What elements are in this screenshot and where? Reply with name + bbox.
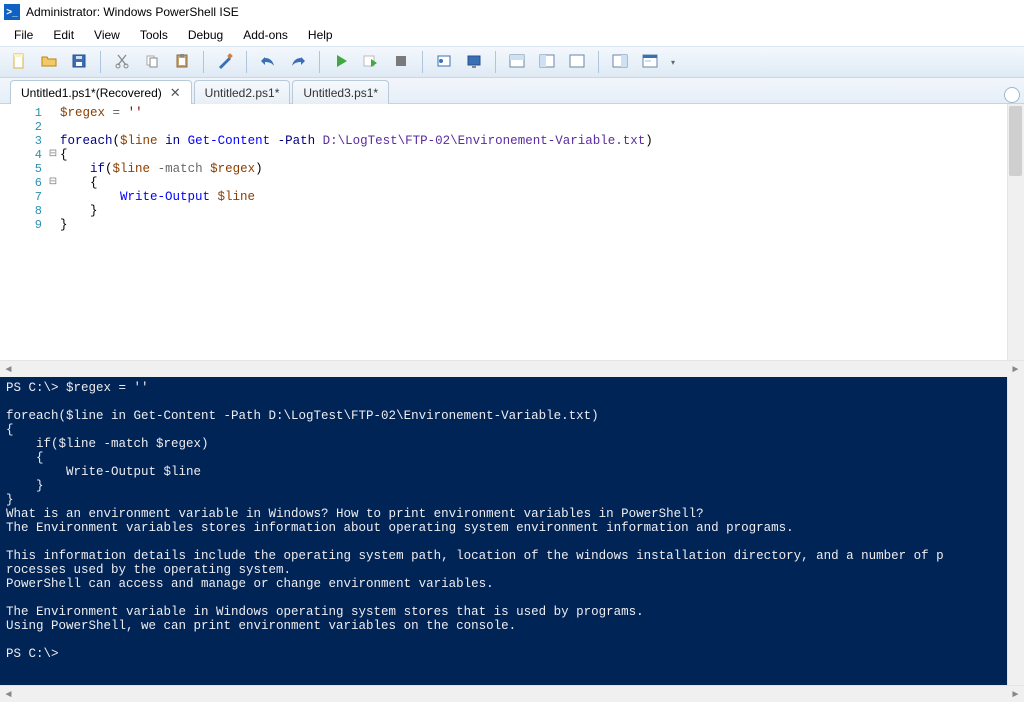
- code-area[interactable]: $regex = '' foreach($line in Get-Content…: [60, 104, 1007, 360]
- script-editor[interactable]: 123456789 ⊟⊟ $regex = '' foreach($line i…: [0, 104, 1024, 360]
- scroll-left-icon[interactable]: ◄: [0, 361, 17, 378]
- copy-icon: [144, 53, 160, 72]
- tab-label: Untitled2.ps1*: [205, 86, 280, 100]
- editor-vertical-scrollbar[interactable]: [1007, 104, 1024, 360]
- menu-view[interactable]: View: [86, 26, 128, 44]
- run-selection-icon: [363, 53, 379, 72]
- layout-3-icon: [569, 53, 585, 72]
- toolbar-separator: [100, 51, 101, 73]
- toolbar-separator: [246, 51, 247, 73]
- layout-2-button[interactable]: [534, 49, 560, 75]
- toggle-pane-button[interactable]: [607, 49, 633, 75]
- new-file-icon: [11, 53, 27, 72]
- undo-icon: [260, 53, 276, 72]
- run-selection-button[interactable]: [358, 49, 384, 75]
- menu-addons[interactable]: Add-ons: [235, 26, 296, 44]
- stop-button[interactable]: [388, 49, 414, 75]
- tabs-right-controls: [1004, 87, 1020, 103]
- layout-1-icon: [509, 53, 525, 72]
- layout-3-button[interactable]: [564, 49, 590, 75]
- editor-horizontal-scrollbar[interactable]: ◄ ►: [0, 360, 1024, 377]
- show-command-icon: [642, 53, 658, 72]
- breakpoint-button[interactable]: [431, 49, 457, 75]
- console-vertical-scrollbar[interactable]: [1007, 377, 1024, 685]
- scroll-right-icon[interactable]: ►: [1007, 361, 1024, 378]
- new-file-button[interactable]: [6, 49, 32, 75]
- toolbar-separator: [495, 51, 496, 73]
- toggle-pane-icon: [612, 53, 628, 72]
- run-button[interactable]: [328, 49, 354, 75]
- toolbar: ▾: [0, 46, 1024, 78]
- cut-button[interactable]: [109, 49, 135, 75]
- clear-icon: [217, 53, 233, 72]
- tab-untitled3[interactable]: Untitled3.ps1*: [292, 80, 389, 104]
- menu-debug[interactable]: Debug: [180, 26, 231, 44]
- layout-1-button[interactable]: [504, 49, 530, 75]
- toolbar-separator: [319, 51, 320, 73]
- console-horizontal-scrollbar[interactable]: ◄ ►: [0, 685, 1024, 702]
- paste-button[interactable]: [169, 49, 195, 75]
- remote-button[interactable]: [461, 49, 487, 75]
- redo-icon: [290, 53, 306, 72]
- menu-bar: File Edit View Tools Debug Add-ons Help: [0, 24, 1024, 46]
- menu-file[interactable]: File: [6, 26, 41, 44]
- app-icon: >_: [4, 4, 20, 20]
- paste-icon: [174, 53, 190, 72]
- console-pane: PS C:\> $regex = '' foreach($line in Get…: [0, 377, 1024, 685]
- overflow-icon: ▾: [671, 58, 675, 67]
- console-output[interactable]: PS C:\> $regex = '' foreach($line in Get…: [0, 377, 1007, 685]
- outline-column: ⊟⊟: [46, 104, 60, 360]
- help-circle-icon[interactable]: [1004, 87, 1020, 103]
- copy-button[interactable]: [139, 49, 165, 75]
- layout-2-icon: [539, 53, 555, 72]
- toolbar-overflow-button[interactable]: ▾: [667, 49, 679, 75]
- breakpoint-icon: [436, 53, 452, 72]
- toolbar-separator: [598, 51, 599, 73]
- toolbar-separator: [422, 51, 423, 73]
- window-title: Administrator: Windows PowerShell ISE: [26, 5, 239, 19]
- clear-button[interactable]: [212, 49, 238, 75]
- open-file-button[interactable]: [36, 49, 62, 75]
- show-command-button[interactable]: [637, 49, 663, 75]
- tab-untitled2[interactable]: Untitled2.ps1*: [194, 80, 291, 104]
- tab-label: Untitled1.ps1*(Recovered): [21, 86, 162, 100]
- scroll-right-icon[interactable]: ►: [1007, 686, 1024, 702]
- title-bar: >_ Administrator: Windows PowerShell ISE: [0, 0, 1024, 24]
- cut-icon: [114, 53, 130, 72]
- redo-button[interactable]: [285, 49, 311, 75]
- open-file-icon: [41, 53, 57, 72]
- menu-help[interactable]: Help: [300, 26, 341, 44]
- file-tabs: Untitled1.ps1*(Recovered) ✕ Untitled2.ps…: [0, 78, 1024, 104]
- tab-untitled1[interactable]: Untitled1.ps1*(Recovered) ✕: [10, 80, 192, 104]
- menu-edit[interactable]: Edit: [45, 26, 82, 44]
- save-icon: [71, 53, 87, 72]
- menu-tools[interactable]: Tools: [132, 26, 176, 44]
- tab-label: Untitled3.ps1*: [303, 86, 378, 100]
- stop-icon: [393, 53, 409, 72]
- save-button[interactable]: [66, 49, 92, 75]
- close-icon[interactable]: ✕: [170, 85, 181, 101]
- run-icon: [333, 53, 349, 72]
- toolbar-separator: [203, 51, 204, 73]
- scrollbar-thumb[interactable]: [1009, 106, 1022, 176]
- scroll-left-icon[interactable]: ◄: [0, 686, 17, 702]
- remote-icon: [466, 53, 482, 72]
- line-number-gutter: 123456789: [0, 104, 46, 360]
- undo-button[interactable]: [255, 49, 281, 75]
